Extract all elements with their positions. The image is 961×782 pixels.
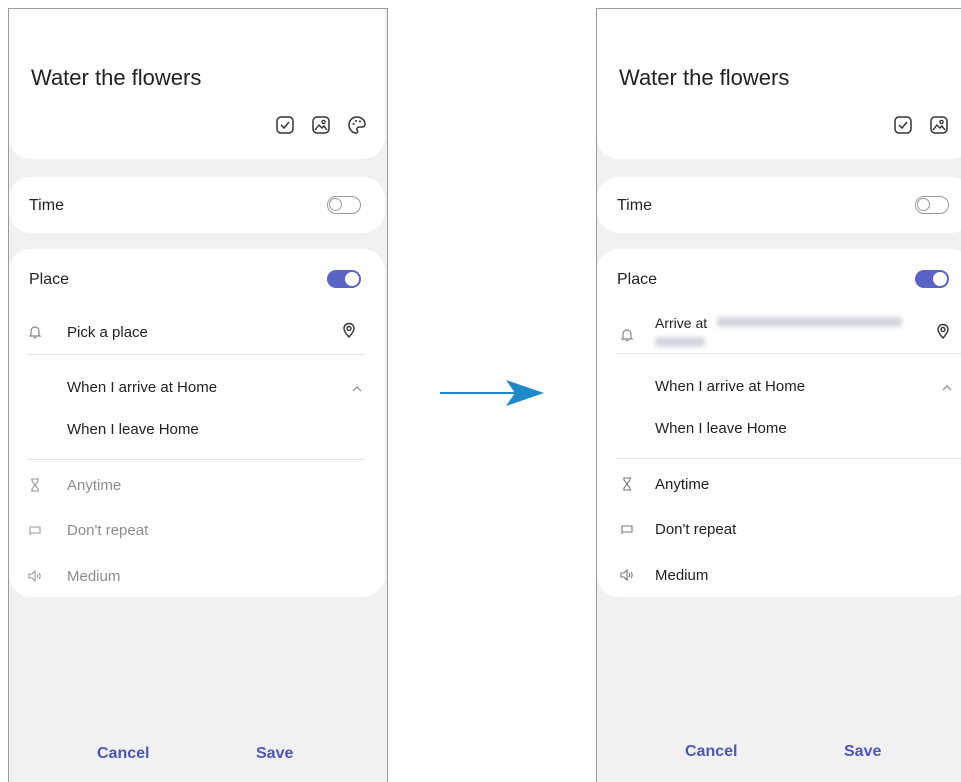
reminder-editor-before: Water the flowers Time Place Pick a plac… — [8, 8, 388, 782]
redacted-address — [717, 317, 902, 327]
time-toggle[interactable] — [915, 196, 949, 214]
volume-field[interactable]: Medium — [655, 567, 708, 584]
pick-place-field[interactable]: Pick a place — [67, 324, 148, 341]
chevron-up-icon[interactable] — [349, 381, 365, 397]
divider — [615, 353, 961, 354]
place-label: Place — [617, 271, 658, 288]
save-button[interactable]: Save — [256, 745, 293, 763]
title-toolbar — [275, 115, 367, 135]
location-pin-icon[interactable] — [935, 323, 951, 339]
leave-option[interactable]: When I leave Home — [655, 420, 787, 437]
redacted-address — [655, 337, 705, 347]
bell-icon — [27, 324, 43, 340]
image-icon[interactable] — [929, 115, 949, 135]
place-toggle[interactable] — [327, 270, 361, 288]
cancel-button[interactable]: Cancel — [685, 743, 737, 761]
repeat-icon — [619, 521, 635, 537]
reminder-title[interactable]: Water the flowers — [31, 65, 201, 91]
divider — [27, 354, 365, 355]
time-toggle[interactable] — [327, 196, 361, 214]
volume-field[interactable]: Medium — [67, 568, 120, 585]
palette-icon[interactable] — [347, 115, 367, 135]
title-card: Water the flowers — [9, 9, 385, 159]
location-pin-icon[interactable] — [341, 322, 357, 338]
checkbox-icon[interactable] — [893, 115, 913, 135]
reminder-editor-after: Water the flowers Time Place Arrive at W… — [596, 8, 961, 782]
hourglass-icon — [619, 476, 635, 492]
bell-icon — [619, 327, 635, 343]
transition-arrow-icon — [440, 380, 544, 406]
leave-option[interactable]: When I leave Home — [67, 421, 199, 438]
arrive-option[interactable]: When I arrive at Home — [655, 378, 805, 395]
checkbox-icon[interactable] — [275, 115, 295, 135]
place-card: Place Arrive at When I arrive at Home Wh… — [597, 249, 961, 597]
cancel-button[interactable]: Cancel — [97, 745, 149, 763]
place-card: Place Pick a place When I arrive at Home… — [9, 249, 385, 597]
title-toolbar — [893, 115, 961, 135]
repeat-field[interactable]: Don't repeat — [67, 522, 148, 539]
chevron-up-icon[interactable] — [939, 380, 955, 396]
time-label: Time — [617, 197, 652, 214]
divider — [27, 459, 365, 460]
time-card: Time — [597, 177, 961, 233]
time-card: Time — [9, 177, 385, 233]
arrive-option[interactable]: When I arrive at Home — [67, 379, 217, 396]
title-card: Water the flowers — [597, 9, 961, 159]
arrive-at-field[interactable]: Arrive at — [655, 315, 707, 331]
anytime-field[interactable]: Anytime — [655, 476, 709, 493]
reminder-title[interactable]: Water the flowers — [619, 65, 789, 91]
volume-icon — [27, 568, 43, 584]
hourglass-icon — [27, 477, 43, 493]
place-label: Place — [29, 271, 70, 288]
place-toggle[interactable] — [915, 270, 949, 288]
save-button[interactable]: Save — [844, 743, 881, 761]
divider — [615, 458, 961, 459]
anytime-field[interactable]: Anytime — [67, 477, 121, 494]
repeat-icon — [27, 522, 43, 538]
repeat-field[interactable]: Don't repeat — [655, 521, 736, 538]
image-icon[interactable] — [311, 115, 331, 135]
time-label: Time — [29, 197, 64, 214]
volume-icon — [619, 567, 635, 583]
